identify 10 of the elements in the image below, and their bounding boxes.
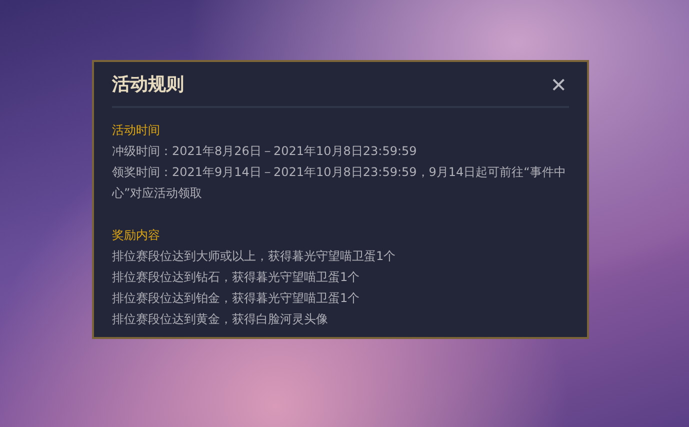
rule-text: 排位赛段位达到铂金，获得暮光守望喵卫蛋1个	[112, 290, 361, 307]
rule-text: 冲级时间：2021年8月26日－2021年10月8日23:59:59	[112, 143, 418, 160]
dialog-title: 活动规则	[112, 73, 184, 97]
rule-text: 排位赛段位达到黄金，获得白脸河灵头像	[112, 311, 329, 328]
rule-text: 排位赛段位达到大师或以上，获得暮光守望喵卫蛋1个	[112, 248, 397, 265]
section-heading: 活动时间	[112, 122, 161, 139]
close-button[interactable]: ✕	[548, 74, 569, 96]
rule-text: 排位赛段位达到钻石，获得暮光守望喵卫蛋1个	[112, 269, 361, 286]
rule-text: 领奖时间：2021年9月14日－2021年10月8日23:59:59，9月14日起可前往“事件中心”对应活动领取	[112, 164, 567, 202]
section-heading: 奖励内容	[112, 227, 161, 244]
